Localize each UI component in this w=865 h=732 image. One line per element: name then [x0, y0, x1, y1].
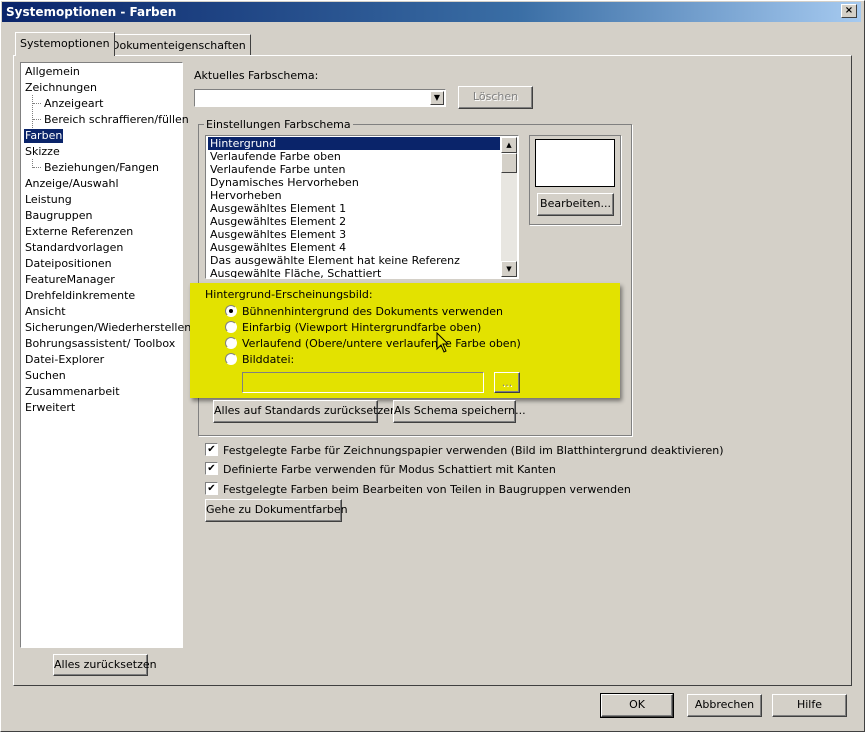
tree-item-featuremanager[interactable]: FeatureManager: [24, 273, 116, 287]
tree-item-zeichnungen[interactable]: Zeichnungen: [24, 81, 98, 95]
color-scheme-select[interactable]: ▼: [194, 89, 446, 107]
list-item[interactable]: Ausgewähltes Element 3: [208, 228, 500, 241]
radio-gradient[interactable]: [225, 337, 237, 349]
image-file-input[interactable]: [242, 372, 484, 393]
checkbox-shaded-edges-color-label[interactable]: Definierte Farbe verwenden für Modus Sch…: [223, 463, 556, 476]
color-scheme-settings-label: Einstellungen Farbschema: [204, 118, 353, 131]
radio-image-file[interactable]: [225, 353, 237, 365]
tree-connector: [33, 103, 41, 104]
tree-item-zusammenarbeit[interactable]: Zusammenarbeit: [24, 385, 121, 399]
mouse-cursor-icon: [436, 332, 450, 353]
reset-defaults-button[interactable]: Alles auf Standards zurücksetzen: [213, 400, 397, 423]
tab-systemoptionen[interactable]: Systemoptionen: [15, 32, 115, 56]
checkbox-shaded-edges-color[interactable]: ✔: [205, 462, 218, 475]
tree-connector: [33, 119, 41, 120]
checkbox-assembly-edit-colors[interactable]: ✔: [205, 482, 218, 495]
options-tree[interactable]: Allgemein Zeichnungen Anzeigeart Bereich sc…: [20, 62, 191, 648]
tree-item-leistung[interactable]: Leistung: [24, 193, 73, 207]
ok-button[interactable]: OK: [600, 693, 674, 718]
close-button[interactable]: ×: [841, 4, 857, 18]
tree-item-skizze[interactable]: Skizze: [24, 145, 61, 159]
list-item[interactable]: Verlaufende Farbe oben: [208, 150, 500, 163]
scroll-thumb[interactable]: [501, 153, 517, 173]
scroll-up-icon[interactable]: ▲: [501, 137, 517, 153]
scroll-down-icon[interactable]: ▼: [501, 261, 517, 277]
list-item[interactable]: Hervorheben: [208, 189, 500, 202]
tree-item-baugruppen[interactable]: Baugruppen: [24, 209, 93, 223]
list-item[interactable]: Dynamisches Hervorheben: [208, 176, 500, 189]
tree-connector: [32, 95, 33, 128]
tree-item-beziehungen-fangen[interactable]: Beziehungen/Fangen: [43, 161, 160, 175]
checkbox-drawing-paper-color[interactable]: ✔: [205, 443, 218, 456]
tree-item-drehfeldinkremente[interactable]: Drehfeldinkremente: [24, 289, 136, 303]
list-item[interactable]: Ausgewählte Fläche, Schattiert: [208, 267, 500, 278]
background-appearance-highlight: Hintergrund-Erscheinungsbild: Bühnenhint…: [190, 283, 620, 398]
save-scheme-button[interactable]: Als Schema speichern...: [393, 400, 526, 423]
color-element-list[interactable]: Hintergrund Verlaufende Farbe oben Verla…: [205, 135, 519, 279]
tree-item-anzeige-auswahl[interactable]: Anzeige/Auswahl: [24, 177, 120, 191]
list-item[interactable]: Ausgewähltes Element 1: [208, 202, 500, 215]
tree-item-anzeigeart[interactable]: Anzeigeart: [43, 97, 104, 111]
list-scrollbar[interactable]: ▲ ▼: [501, 137, 517, 277]
radio-gradient-label[interactable]: Verlaufend (Obere/untere verlaufende Far…: [242, 337, 521, 350]
tree-item-erweitert[interactable]: Erweitert: [24, 401, 76, 415]
color-preview-swatch: [535, 139, 615, 187]
tree-item-sicherungen-wiederherstellen[interactable]: Sicherungen/Wiederherstellen: [24, 321, 192, 335]
checkbox-assembly-edit-colors-label[interactable]: Festgelegte Farben beim Bearbeiten von T…: [223, 483, 631, 496]
help-button[interactable]: Hilfe: [772, 694, 847, 717]
list-item[interactable]: Das ausgewählte Element hat keine Refere…: [208, 254, 500, 267]
tree-item-standardvorlagen[interactable]: Standardvorlagen: [24, 241, 124, 255]
radio-stage-background[interactable]: [225, 305, 237, 317]
goto-document-colors-button[interactable]: Gehe zu Dokumentfarben: [205, 499, 348, 522]
tree-item-dateipositionen[interactable]: Dateipositionen: [24, 257, 113, 271]
edit-color-button[interactable]: Bearbeiten...: [537, 193, 614, 216]
radio-image-file-label[interactable]: Bilddatei:: [242, 353, 294, 366]
tree-item-allgemein[interactable]: Allgemein: [24, 65, 81, 79]
tree-item-bohrungsassistent-toolbox[interactable]: Bohrungsassistent/ Toolbox: [24, 337, 176, 351]
tab-dokumenteigenschaften[interactable]: Dokumenteigenschaften: [106, 34, 251, 56]
window-title: Systemoptionen - Farben: [6, 5, 177, 19]
tree-item-suchen[interactable]: Suchen: [24, 369, 67, 383]
list-item[interactable]: Ausgewähltes Element 4: [208, 241, 500, 254]
reset-all-button[interactable]: Alles zurücksetzen: [53, 654, 157, 676]
tree-item-datei-explorer[interactable]: Datei-Explorer: [24, 353, 105, 367]
cancel-button[interactable]: Abbrechen: [687, 694, 762, 717]
list-item[interactable]: Hintergrund: [208, 137, 500, 150]
tree-item-ansicht[interactable]: Ansicht: [24, 305, 67, 319]
tree-item-farben[interactable]: Farben: [24, 129, 64, 143]
list-item[interactable]: Ausgewähltes Element 2: [208, 215, 500, 228]
tree-connector: [33, 167, 41, 168]
color-scheme-label: Aktuelles Farbschema:: [194, 69, 319, 82]
browse-button[interactable]: ...: [494, 372, 520, 393]
background-appearance-label: Hintergrund-Erscheinungsbild:: [205, 288, 373, 301]
delete-scheme-button[interactable]: Löschen: [458, 86, 533, 109]
title-bar[interactable]: Systemoptionen - Farben ×: [2, 2, 861, 22]
chevron-down-icon[interactable]: ▼: [430, 91, 444, 105]
checkbox-drawing-paper-color-label[interactable]: Festgelegte Farbe für Zeichnungspapier v…: [223, 444, 724, 457]
tree-item-externe-referenzen[interactable]: Externe Referenzen: [24, 225, 134, 239]
tree-item-bereich-schraffieren-füllen[interactable]: Bereich schraffieren/füllen: [43, 113, 190, 127]
radio-stage-background-label[interactable]: Bühnenhintergrund des Dokuments verwende…: [242, 305, 503, 318]
list-item[interactable]: Verlaufende Farbe unten: [208, 163, 500, 176]
radio-solid-color[interactable]: [225, 321, 237, 333]
